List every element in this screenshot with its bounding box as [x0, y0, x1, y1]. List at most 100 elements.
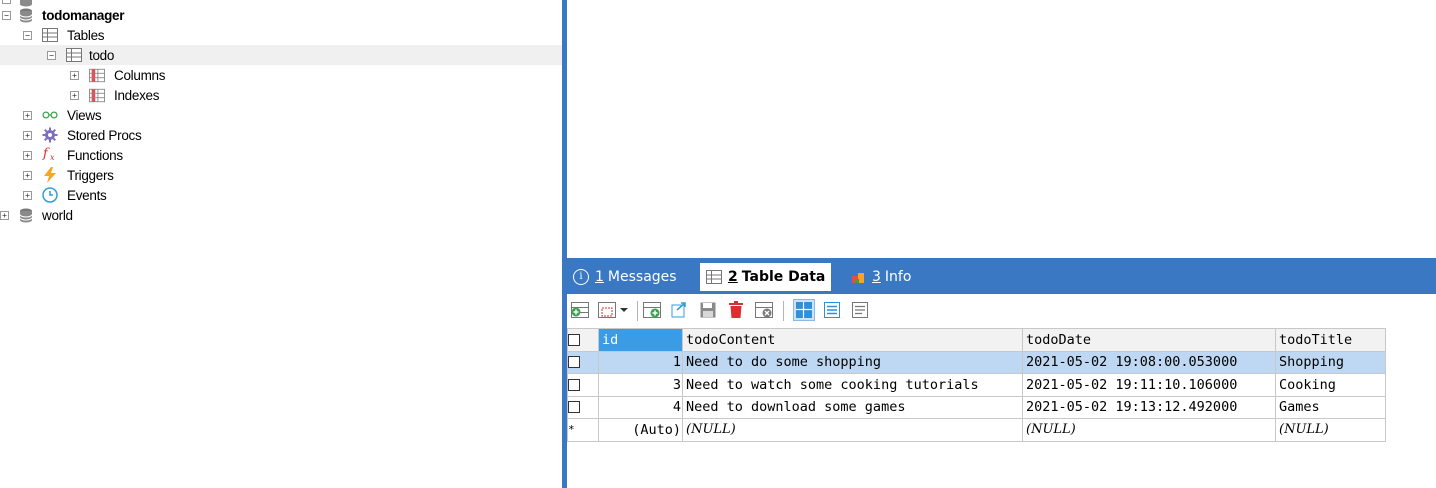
toolbar-separator — [637, 301, 638, 321]
tree-item-events[interactable]: + Events — [0, 185, 562, 205]
tree-item-views[interactable]: + Views — [0, 105, 562, 125]
collapse-toggle-icon[interactable]: − — [2, 11, 11, 20]
expand-toggle-icon[interactable]: + — [70, 71, 79, 80]
database-icon — [18, 7, 34, 23]
toolbar-separator — [783, 301, 784, 321]
database-icon — [18, 207, 34, 223]
tab-table-data[interactable]: 2 Table Data — [700, 263, 832, 291]
column-header-todocontent[interactable]: todoContent — [682, 328, 1023, 352]
expand-toggle-icon[interactable]: + — [0, 211, 9, 220]
svg-text:x: x — [50, 153, 55, 162]
cancel-changes-icon[interactable] — [753, 299, 775, 321]
expand-toggle-icon[interactable]: + — [23, 171, 32, 180]
duplicate-row-dropdown-icon[interactable] — [597, 299, 631, 321]
column-header-tododate[interactable]: todoDate — [1022, 328, 1276, 352]
new-row[interactable]: * (Auto) (NULL) (NULL) (NULL) — [567, 418, 1386, 442]
cell-todocontent[interactable]: Need to watch some cooking tutorials — [682, 373, 1023, 397]
info-blocks-icon — [851, 270, 867, 284]
svg-text:f: f — [42, 147, 50, 162]
clock-icon — [42, 187, 58, 203]
tree-item-label: Stored Procs — [67, 127, 142, 143]
tree-item-label: todo — [89, 47, 115, 63]
expand-toggle-icon[interactable]: + — [23, 131, 32, 140]
tree-item-columns[interactable]: + Columns — [0, 65, 562, 85]
refresh-icon[interactable] — [669, 299, 691, 321]
tree-item-label: Indexes — [114, 87, 160, 103]
cell-todotitle[interactable]: Shopping — [1275, 350, 1386, 374]
tree-item-world[interactable]: + world — [0, 205, 562, 225]
tab-messages[interactable]: i 1 Messages — [573, 263, 677, 291]
result-tabs-bar: i 1 Messages 2 Table Data 3 Info — [567, 258, 1436, 294]
tree-item-functions[interactable]: + fx Functions — [0, 145, 562, 165]
tree-item-label: Functions — [67, 147, 123, 163]
row-checkbox-cell[interactable] — [567, 395, 599, 419]
select-all-checkbox-cell[interactable] — [567, 328, 599, 352]
tree-item-todomanager[interactable]: − todomanager — [0, 5, 562, 25]
cell-todotitle[interactable]: Cooking — [1275, 373, 1386, 397]
tab-info[interactable]: 3 Info — [851, 263, 911, 291]
tab-label: Messages — [607, 269, 677, 285]
expand-toggle-icon[interactable]: + — [23, 191, 32, 200]
expand-toggle-icon[interactable]: + — [23, 111, 32, 120]
tree-item-todo[interactable]: − todo — [0, 45, 562, 65]
collapse-toggle-icon[interactable]: − — [2, 0, 11, 4]
grid-header-row: id todoContent todoDate todoTitle — [567, 328, 1386, 352]
column-header-todotitle[interactable]: todoTitle — [1275, 328, 1386, 352]
tree-item-stored-procs[interactable]: + Stored Procs — [0, 125, 562, 145]
save-new-row-icon[interactable] — [641, 299, 663, 321]
checkbox[interactable] — [568, 356, 580, 369]
column-header-id[interactable]: id — [598, 328, 683, 352]
tree-item-label: Triggers — [67, 167, 114, 183]
query-editor-area[interactable] — [567, 0, 1436, 258]
checkbox[interactable] — [568, 333, 580, 346]
cell-tododate[interactable]: (NULL) — [1022, 418, 1276, 442]
grid-view-icon[interactable] — [793, 299, 815, 321]
cell-todocontent[interactable]: Need to download some games — [682, 395, 1023, 419]
collapse-toggle-icon[interactable]: − — [47, 51, 56, 60]
cell-tododate[interactable]: 2021-05-02 19:08:00.053000 — [1022, 350, 1276, 374]
cell-id[interactable]: (Auto) — [598, 418, 683, 442]
tree-item-indexes[interactable]: + Indexes — [0, 85, 562, 105]
expand-toggle-icon[interactable]: + — [70, 91, 79, 100]
cell-id[interactable]: 3 — [598, 373, 683, 397]
expand-toggle-icon[interactable]: + — [23, 151, 32, 160]
cell-id[interactable]: 1 — [598, 350, 683, 374]
columns-icon — [89, 67, 105, 83]
tab-label: Info — [884, 269, 912, 285]
table-row[interactable]: 4 Need to download some games 2021-05-02… — [567, 395, 1386, 419]
gear-icon — [42, 127, 58, 143]
save-icon[interactable] — [697, 299, 719, 321]
tree-item-label: world — [42, 207, 73, 223]
cell-todocontent[interactable]: (NULL) — [682, 418, 1023, 442]
table-icon — [66, 47, 82, 63]
row-checkbox-cell[interactable] — [567, 350, 599, 374]
cell-todotitle[interactable]: Games — [1275, 395, 1386, 419]
new-row-marker: * — [567, 418, 599, 442]
cell-id[interactable]: 4 — [598, 395, 683, 419]
cell-todocontent[interactable]: Need to do some shopping — [682, 350, 1023, 374]
table-row[interactable]: 3 Need to watch some cooking tutorials 2… — [567, 373, 1386, 397]
tree-item-label: Tables — [67, 27, 105, 43]
lightning-icon — [42, 167, 58, 183]
form-view-icon[interactable] — [821, 299, 843, 321]
tab-number: 2 — [728, 269, 738, 285]
checkbox[interactable] — [568, 401, 580, 414]
tree-item-tables[interactable]: − Tables — [0, 25, 562, 45]
text-view-icon[interactable] — [849, 299, 871, 321]
tree-item-label: Columns — [114, 67, 166, 83]
tab-number: 3 — [872, 269, 881, 285]
row-checkbox-cell[interactable] — [567, 373, 599, 397]
grid-toolbar — [567, 294, 1436, 328]
collapse-toggle-icon[interactable]: − — [23, 31, 32, 40]
tree-item-label: Views — [67, 107, 102, 123]
insert-row-icon[interactable] — [569, 299, 591, 321]
cell-tododate[interactable]: 2021-05-02 19:13:12.492000 — [1022, 395, 1276, 419]
tree-item-triggers[interactable]: + Triggers — [0, 165, 562, 185]
checkbox[interactable] — [568, 378, 580, 391]
table-row[interactable]: 1 Need to do some shopping 2021-05-02 19… — [567, 350, 1386, 374]
cell-todotitle[interactable]: (NULL) — [1275, 418, 1386, 442]
tree-item-label: Events — [67, 187, 107, 203]
delete-icon[interactable] — [725, 299, 747, 321]
cell-tododate[interactable]: 2021-05-02 19:11:10.106000 — [1022, 373, 1276, 397]
result-data-grid[interactable]: id todoContent todoDate todoTitle 1 Need… — [567, 328, 1386, 442]
